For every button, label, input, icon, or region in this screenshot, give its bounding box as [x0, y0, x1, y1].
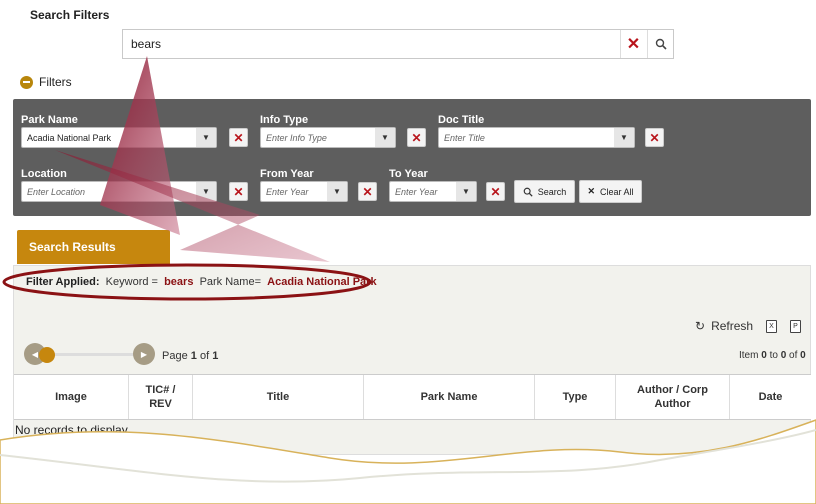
chevron-down-icon: ▼ [196, 128, 216, 147]
empty-results-message: No records to display [15, 423, 128, 437]
search-button-label: Search [537, 186, 567, 197]
pager-slider-handle[interactable] [39, 347, 55, 363]
column-header-image[interactable]: Image [14, 375, 129, 419]
tab-search-results[interactable]: Search Results [17, 230, 170, 264]
results-panel [13, 265, 811, 455]
to-year-label: To Year [389, 168, 428, 180]
refresh-label: Refresh [711, 319, 754, 333]
filter-applied-summary: Filter Applied: Keyword = bears Park Nam… [26, 276, 377, 288]
clear-all-button-label: Clear All [600, 186, 634, 197]
bottom-refresh-button[interactable]: ↻ Refresh [695, 451, 753, 465]
to-year-clear-button[interactable]: ✕ [486, 182, 505, 201]
item-total: 0 [800, 350, 806, 361]
pager-next-button[interactable]: ▶ [133, 343, 155, 365]
refresh-icon: ↻ [695, 451, 706, 465]
refresh-label: Refresh [711, 451, 754, 465]
chevron-down-icon: ▼ [375, 128, 395, 147]
location-placeholder: Enter Location [27, 186, 86, 197]
triangle-left-icon: ◀ [31, 349, 39, 359]
close-icon: ✕ [411, 130, 422, 145]
from-year-clear-button[interactable]: ✕ [358, 182, 377, 201]
location-clear-button[interactable]: ✕ [229, 182, 248, 201]
filters-toggle-label: Filters [39, 75, 72, 89]
item-indicator: Item 0 to 0 of 0 [739, 350, 806, 361]
info-type-clear-button[interactable]: ✕ [407, 128, 426, 147]
location-select[interactable]: Enter Location ▼ [21, 181, 217, 202]
keyword-clear-button[interactable]: ✕ [620, 30, 646, 58]
page-indicator: Page 1 of 1 [162, 350, 218, 362]
search-icon [523, 187, 533, 197]
minus-circle-icon [20, 75, 33, 89]
refresh-button[interactable]: ↻ Refresh [695, 319, 753, 333]
export-excel-icon[interactable]: X [766, 320, 777, 333]
page-prefix: Page [162, 350, 188, 362]
page-current: 1 [190, 350, 197, 362]
search-button[interactable]: Search [514, 180, 575, 203]
close-icon: ✕ [362, 184, 373, 199]
keyword-applied-value: bears [164, 276, 194, 288]
results-table-header: Image TIC# / REV Title Park Name Type Au… [14, 374, 811, 420]
keyword-search-button[interactable] [647, 30, 673, 58]
to-year-select[interactable]: Enter Year ▼ [389, 181, 477, 202]
filter-applied-label: Filter Applied: [26, 276, 100, 288]
keyword-search-value[interactable]: bears [131, 37, 161, 51]
park-name-clear-button[interactable]: ✕ [229, 128, 248, 147]
item-end: 0 [780, 350, 787, 361]
refresh-icon: ↻ [695, 319, 706, 333]
chevron-down-icon: ▼ [327, 182, 347, 201]
close-icon: ✕ [626, 36, 641, 53]
column-header-author[interactable]: Author / Corp Author [616, 375, 730, 419]
park-name-label: Park Name [21, 114, 78, 126]
column-header-date[interactable]: Date [730, 375, 811, 419]
close-icon: ✕ [490, 184, 501, 199]
location-label: Location [21, 168, 67, 180]
chevron-down-icon: ▼ [614, 128, 634, 147]
column-header-type[interactable]: Type [535, 375, 616, 419]
info-type-select[interactable]: Enter Info Type ▼ [260, 127, 396, 148]
park-name-select[interactable]: Acadia National Park ▼ [21, 127, 217, 148]
doc-title-clear-button[interactable]: ✕ [645, 128, 664, 147]
park-applied-label: Park Name= [199, 276, 262, 288]
item-of: of [789, 350, 798, 361]
chevron-down-icon: ▼ [456, 182, 476, 201]
park-name-value: Acadia National Park [27, 132, 112, 143]
close-icon: ✕ [587, 186, 596, 196]
close-icon: ✕ [233, 130, 244, 145]
page-total: 1 [212, 350, 219, 362]
triangle-right-icon: ▶ [140, 349, 148, 359]
from-year-select[interactable]: Enter Year ▼ [260, 181, 348, 202]
item-to: to [769, 350, 778, 361]
park-applied-value: Acadia National Park [267, 276, 377, 288]
to-year-placeholder: Enter Year [395, 186, 438, 197]
doc-title-placeholder: Enter Title [444, 132, 485, 143]
from-year-placeholder: Enter Year [266, 186, 309, 197]
keyword-applied-label: Keyword = [105, 276, 158, 288]
search-icon [655, 38, 667, 50]
export-pdf-icon[interactable]: P [790, 320, 801, 333]
column-header-tic[interactable]: TIC# / REV [129, 375, 193, 419]
doc-title-label: Doc Title [438, 114, 485, 126]
from-year-label: From Year [260, 168, 314, 180]
doc-title-select[interactable]: Enter Title ▼ [438, 127, 635, 148]
column-header-title[interactable]: Title [193, 375, 364, 419]
filters-toggle[interactable]: Filters [20, 75, 72, 89]
chevron-down-icon: ▼ [196, 182, 216, 201]
item-start: 0 [761, 350, 767, 361]
close-icon: ✕ [649, 130, 660, 145]
search-filters-title: Search Filters [30, 8, 110, 22]
page-of: of [199, 350, 210, 362]
column-header-park-name[interactable]: Park Name [364, 375, 535, 419]
item-prefix: Item [739, 350, 759, 361]
info-type-placeholder: Enter Info Type [266, 132, 327, 143]
close-icon: ✕ [233, 184, 244, 199]
clear-all-button[interactable]: ✕ Clear All [579, 180, 642, 203]
info-type-label: Info Type [260, 114, 309, 126]
keyword-search-input[interactable] [122, 29, 674, 59]
